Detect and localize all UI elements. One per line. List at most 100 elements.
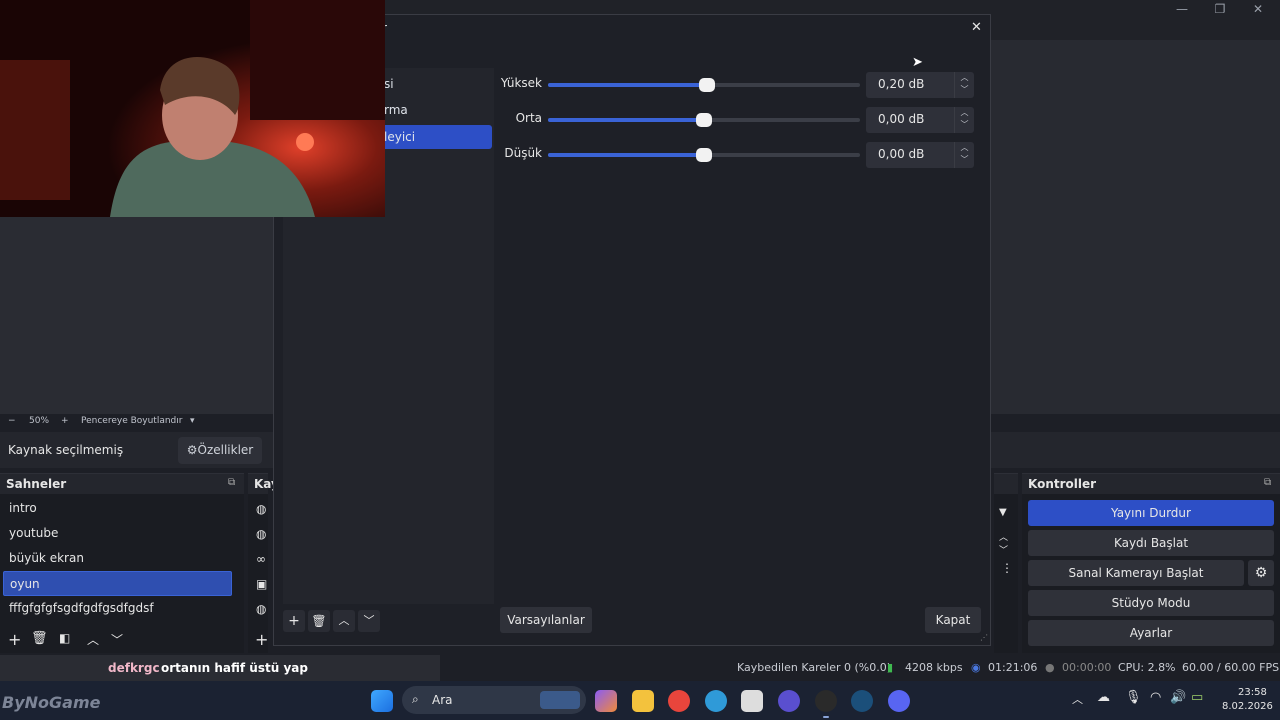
virtual-camera-settings-icon[interactable]: ⚙ bbox=[1248, 560, 1274, 586]
eq-low-spinbox[interactable]: 0,00 dB ︿ ﹀ bbox=[866, 142, 974, 168]
chevron-up-icon[interactable]: ︿ bbox=[955, 72, 974, 84]
gear-icon: ⚙ bbox=[186, 443, 198, 457]
add-filter-icon[interactable]: + bbox=[283, 610, 305, 632]
filter-list-item-selected[interactable]: leyici bbox=[384, 130, 415, 144]
delete-filter-icon[interactable]: 🗑 bbox=[308, 610, 330, 632]
dropped-frames: Kaybedilen Kareler 0 (%0.0) bbox=[737, 661, 892, 674]
delete-scene-icon[interactable]: 🗑 bbox=[31, 631, 48, 646]
slider-handle[interactable] bbox=[696, 113, 712, 127]
chevron-up-icon[interactable]: ︿ bbox=[999, 530, 1008, 543]
chevron-up-icon[interactable]: ︿ bbox=[955, 107, 974, 119]
chevron-down-icon[interactable]: ▾ bbox=[190, 416, 195, 426]
bitrate: 4208 kbps bbox=[905, 661, 963, 674]
undock-icon[interactable]: ⧉ bbox=[1264, 477, 1271, 488]
scene-item-selected[interactable]: oyun bbox=[3, 571, 232, 596]
zoom-bar: − 50% + Pencereye Boyutlandır ▾ bbox=[0, 414, 272, 430]
move-up-icon[interactable]: ︿ bbox=[87, 631, 99, 648]
eq-high-spinbox[interactable]: 0,20 dB ︿ ﹀ bbox=[866, 72, 974, 98]
filter-list-item[interactable]: si bbox=[384, 77, 394, 91]
close-icon[interactable]: ✕ bbox=[971, 20, 982, 35]
slider-handle[interactable] bbox=[699, 78, 716, 92]
windows-start-icon[interactable] bbox=[371, 690, 393, 712]
scene-item[interactable]: intro bbox=[3, 496, 232, 521]
start-virtual-camera-button[interactable]: Sanal Kamerayı Başlat bbox=[1028, 560, 1244, 586]
studio-mode-button[interactable]: Stüdyo Modu bbox=[1028, 590, 1274, 616]
scene-item[interactable]: büyük ekran bbox=[3, 546, 232, 571]
discord-icon[interactable] bbox=[888, 690, 910, 712]
wifi-icon[interactable]: ◠ bbox=[1150, 690, 1161, 705]
eq-low-slider[interactable] bbox=[548, 148, 860, 162]
maximize-icon[interactable]: ❐ bbox=[1200, 2, 1240, 18]
steam-icon[interactable] bbox=[851, 690, 873, 712]
spin-arrows[interactable]: ︿ ﹀ bbox=[954, 142, 974, 168]
start-recording-button[interactable]: Kaydı Başlat bbox=[1028, 530, 1274, 556]
watermark: ByNoGame bbox=[2, 693, 101, 712]
chevron-down-icon[interactable]: ﹀ bbox=[999, 543, 1008, 556]
battery-icon[interactable]: ▭ bbox=[1191, 690, 1203, 705]
chevron-down-icon[interactable]: ▼ bbox=[999, 507, 1007, 518]
edge-icon[interactable] bbox=[705, 690, 727, 712]
chevron-down-icon[interactable]: ﹀ bbox=[955, 154, 974, 166]
eq-mid-slider[interactable] bbox=[548, 113, 860, 127]
mixer-dock-edge: ▼ ︿ ﹀ ⋮ bbox=[994, 473, 1018, 653]
move-down-icon[interactable]: ﹀ bbox=[111, 631, 123, 648]
copilot-icon[interactable] bbox=[595, 690, 617, 712]
filter-list-item[interactable]: rma bbox=[384, 103, 408, 117]
microphone-icon[interactable]: 🎙 bbox=[1125, 690, 1142, 705]
minimize-icon[interactable]: — bbox=[1162, 2, 1202, 18]
defaults-button[interactable]: Varsayılanlar bbox=[500, 607, 592, 633]
scenes-title: Sahneler bbox=[0, 474, 244, 494]
undock-icon[interactable]: ⧉ bbox=[228, 477, 235, 488]
add-scene-icon[interactable]: + bbox=[8, 630, 21, 649]
eq-high-value[interactable]: 0,20 dB bbox=[878, 77, 924, 91]
controls-title: Kontroller bbox=[1022, 474, 1280, 494]
move-up-icon[interactable]: ︿ bbox=[333, 610, 355, 632]
properties-button[interactable]: ⚙Özellikler bbox=[178, 437, 262, 464]
file-explorer-icon[interactable] bbox=[632, 690, 654, 712]
close-button[interactable]: Kapat bbox=[925, 607, 981, 633]
eq-mid-value[interactable]: 0,00 dB bbox=[878, 112, 924, 126]
move-down-icon[interactable]: ﹀ bbox=[358, 610, 380, 632]
cloud-icon[interactable]: ☁ bbox=[1097, 690, 1110, 705]
zoom-in-button[interactable]: + bbox=[61, 416, 69, 426]
scene-item[interactable]: fffgfgfgfsgdfgdfgsdfgdsf bbox=[3, 596, 232, 621]
zoom-out-button[interactable]: − bbox=[8, 416, 16, 426]
eq-low-value[interactable]: 0,00 dB bbox=[878, 147, 924, 161]
chevron-down-icon[interactable]: ﹀ bbox=[955, 119, 974, 131]
taskbar: ByNoGame ⌕ Ara ︿ ☁ 🎙 ◠ 🔊 ▭ 23:58 8.02.20… bbox=[0, 681, 1280, 720]
taskbar-search[interactable]: ⌕ Ara bbox=[402, 686, 586, 714]
settings-button[interactable]: Ayarlar bbox=[1028, 620, 1274, 646]
chevron-down-icon[interactable]: ﹀ bbox=[955, 84, 974, 96]
record-time: 00:00:00 bbox=[1062, 661, 1112, 674]
volume-icon[interactable]: 🔊 bbox=[1170, 690, 1186, 705]
clock-date[interactable]: 8.02.2026 bbox=[1222, 701, 1273, 712]
resize-mode-label[interactable]: Pencereye Boyutlandır bbox=[81, 416, 182, 426]
sources-title: Kay bbox=[248, 474, 279, 494]
add-source-icon[interactable]: + bbox=[255, 630, 268, 649]
chrome-icon[interactable] bbox=[668, 690, 690, 712]
mouse-cursor-icon: ➤ bbox=[912, 55, 923, 70]
slider-handle[interactable] bbox=[696, 148, 712, 162]
globe-icon: ◍ bbox=[256, 527, 267, 541]
eq-mid-spinbox[interactable]: 0,00 dB ︿ ﹀ bbox=[866, 107, 974, 133]
sources-dock: Kay ◍ ◍ ∞ ▣ ◍ + bbox=[248, 473, 279, 653]
record-icon: ● bbox=[1045, 661, 1055, 674]
chevron-up-icon[interactable]: ︿ bbox=[1072, 691, 1083, 707]
active-indicator bbox=[823, 716, 829, 718]
scene-item[interactable]: youtube bbox=[3, 521, 232, 546]
app-icon[interactable] bbox=[778, 690, 800, 712]
spin-arrows[interactable]: ︿ ﹀ bbox=[954, 107, 974, 133]
close-window-icon[interactable]: ✕ bbox=[1238, 2, 1278, 18]
spin-arrows[interactable]: ︿ ﹀ bbox=[954, 72, 974, 98]
source-status: Kaynak seçilmemiş bbox=[8, 443, 124, 457]
obs-icon[interactable] bbox=[815, 690, 837, 712]
clock-time[interactable]: 23:58 bbox=[1238, 687, 1267, 698]
eq-high-slider[interactable] bbox=[548, 78, 860, 92]
more-icon[interactable]: ⋮ bbox=[1001, 561, 1013, 575]
scene-filters-icon[interactable]: ◧ bbox=[59, 631, 70, 645]
stop-streaming-button[interactable]: Yayını Durdur bbox=[1028, 500, 1274, 526]
zoom-level: 50% bbox=[29, 416, 50, 426]
store-icon[interactable] bbox=[741, 690, 763, 712]
resize-grip-icon[interactable]: ⋰ bbox=[980, 633, 988, 642]
chevron-up-icon[interactable]: ︿ bbox=[955, 142, 974, 154]
